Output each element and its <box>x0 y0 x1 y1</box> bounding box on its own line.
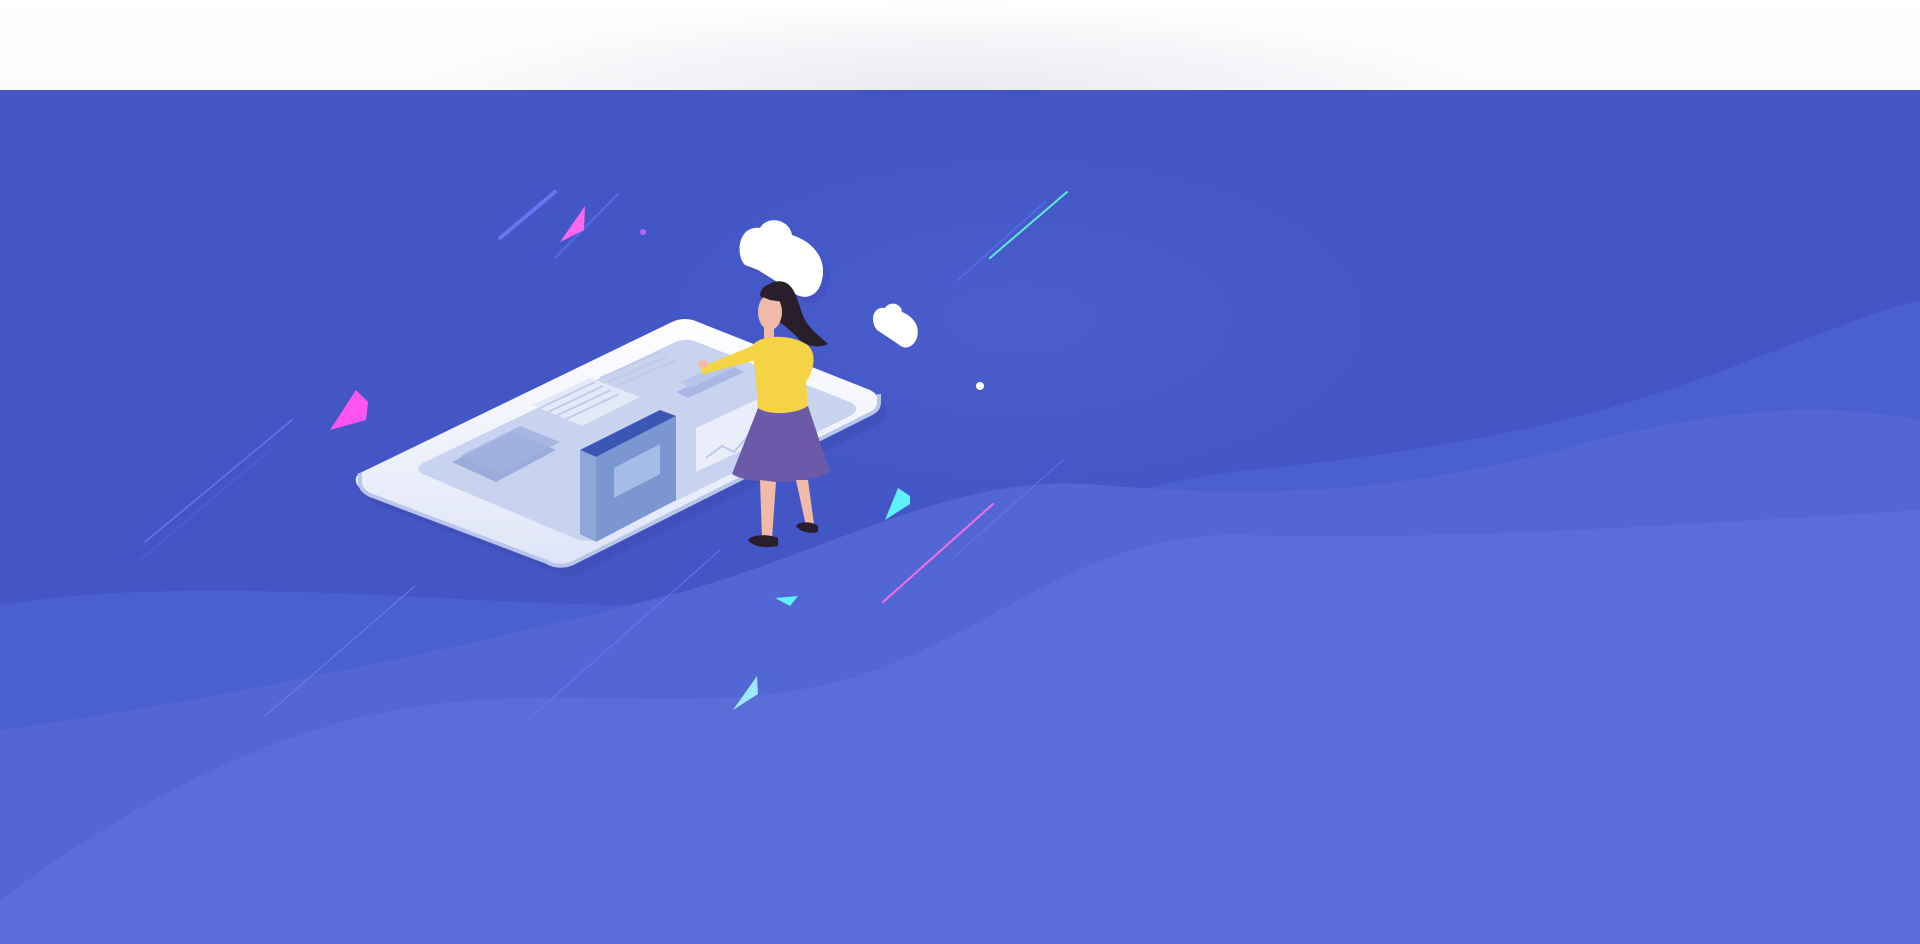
hero-illustration <box>0 90 1920 944</box>
top-header-bar <box>0 0 1920 90</box>
header-shadow-glow <box>420 0 1480 90</box>
hero-banner <box>0 90 1920 944</box>
